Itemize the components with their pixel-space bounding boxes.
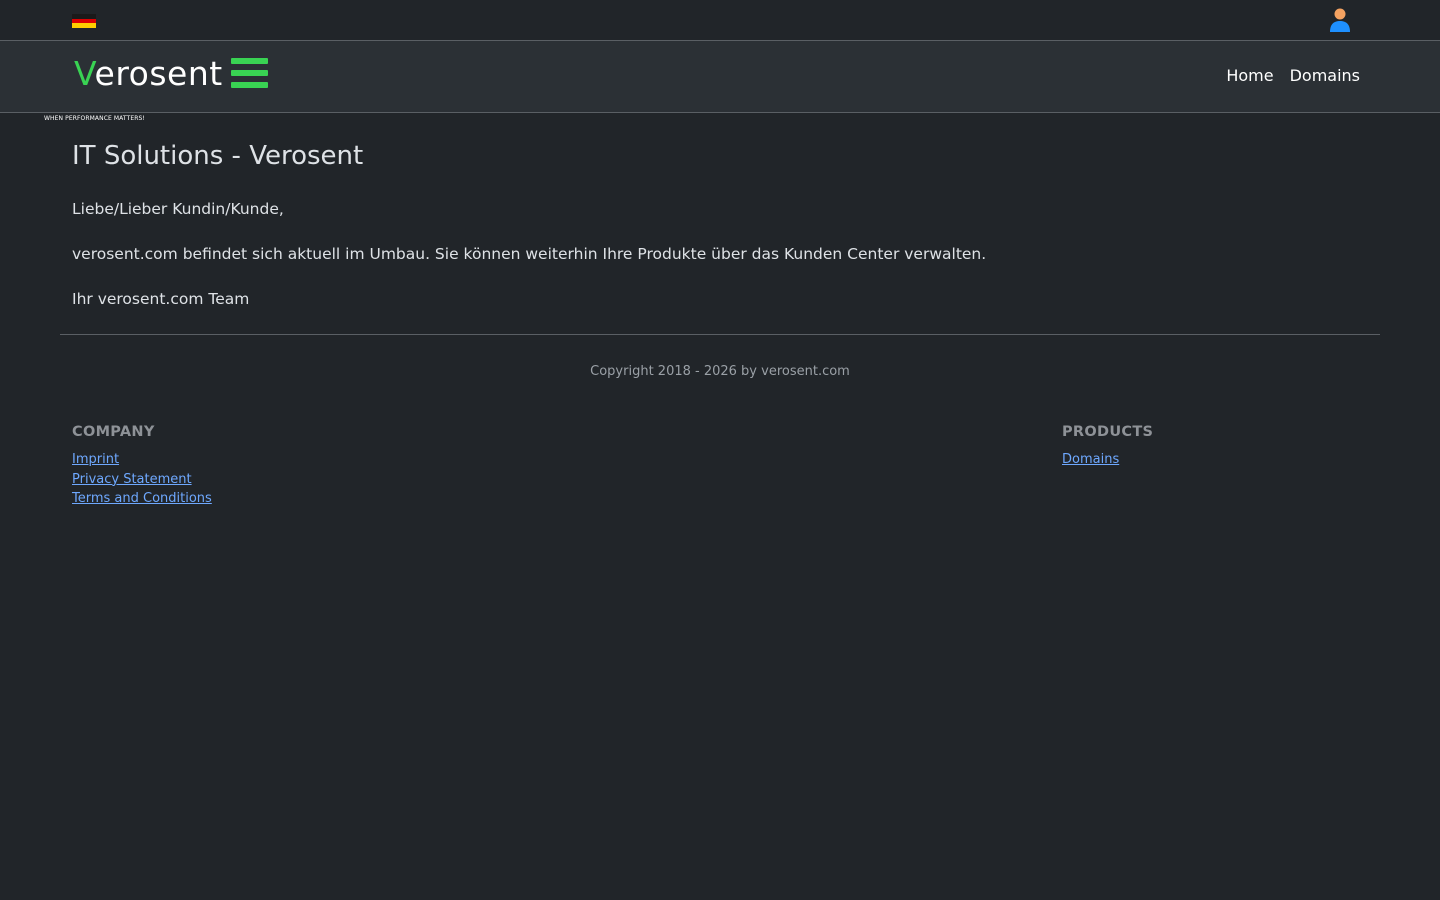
footer-products-heading: PRODUCTS — [1062, 424, 1154, 440]
footer-domains-link[interactable]: Domains — [1062, 450, 1153, 470]
footer-products-column: PRODUCTS Domains — [1062, 423, 1153, 470]
page-title: IT Solutions - Verosent — [72, 141, 364, 171]
footer-company-heading: COMPANY — [72, 424, 155, 440]
greeting-text: Liebe/Lieber Kundin/Kunde, — [72, 200, 284, 218]
terms-and-conditions-link[interactable]: Terms and Conditions — [72, 489, 212, 509]
logo-wordmark: Verosent — [74, 54, 223, 93]
footer: COMPANY Imprint Privacy Statement Terms … — [0, 423, 1440, 523]
user-icon[interactable] — [1328, 7, 1352, 33]
signature-text: Ihr verosent.com Team — [72, 290, 250, 308]
copyright-text: Copyright 2018 - 2026 by verosent.com — [590, 364, 850, 379]
footer-divider — [60, 334, 1380, 335]
imprint-link[interactable]: Imprint — [72, 450, 212, 470]
main-content: IT Solutions - Verosent Liebe/Lieber Kun… — [0, 113, 1440, 309]
main-navbar: Verosent WHEN PERFORMANCE MATTERS! Home … — [0, 41, 1440, 122]
logo-tagline: WHEN PERFORMANCE MATTERS! — [44, 115, 145, 122]
top-bar — [0, 0, 1440, 41]
privacy-statement-link[interactable]: Privacy Statement — [72, 470, 212, 490]
notice-text: verosent.com befindet sich aktuell im Um… — [72, 245, 987, 263]
logo-bars-icon — [231, 58, 268, 89]
germany-flag-icon[interactable] — [72, 14, 96, 29]
footer-company-column: COMPANY Imprint Privacy Statement Terms … — [72, 423, 212, 509]
verosent-logo[interactable]: Verosent — [74, 55, 274, 101]
nav-domains-link[interactable]: Domains — [1290, 66, 1360, 86]
nav-links: Home Domains — [1226, 66, 1360, 86]
nav-home-link[interactable]: Home — [1226, 66, 1273, 86]
